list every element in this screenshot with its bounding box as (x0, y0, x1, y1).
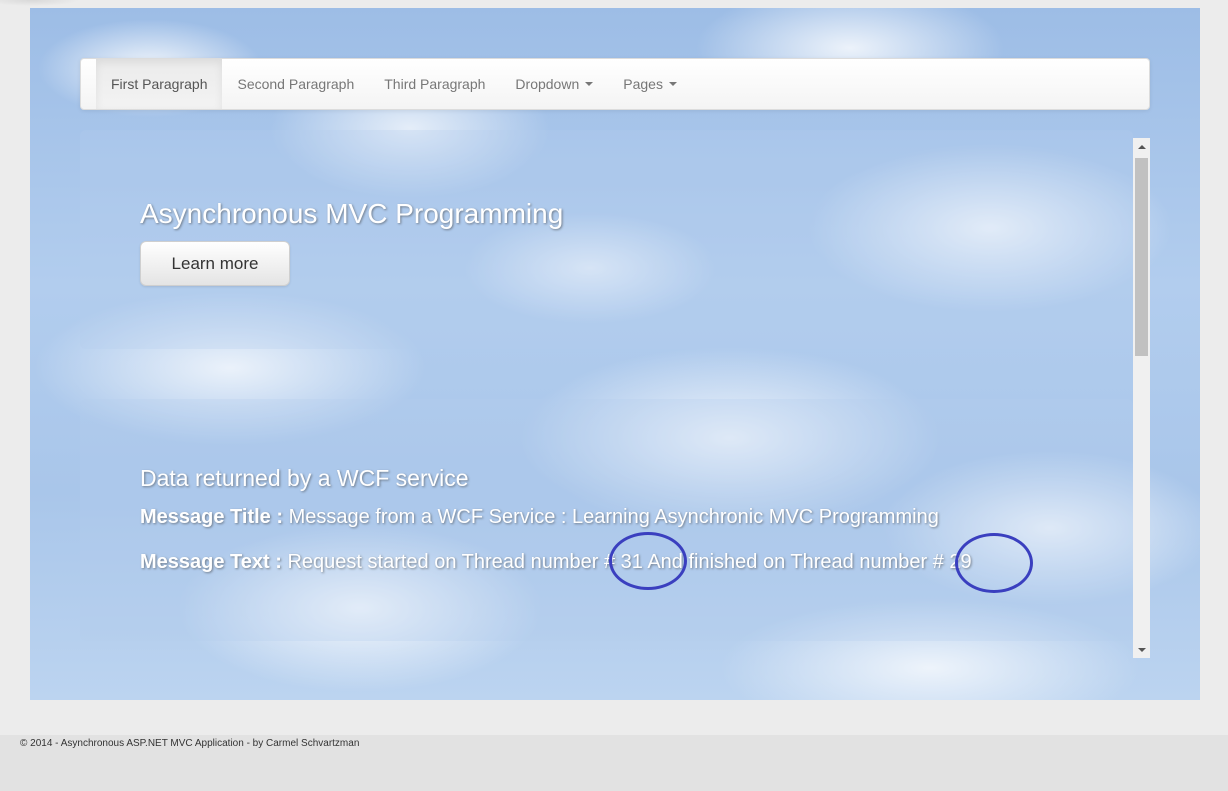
navbar: First Paragraph Second Paragraph Third P… (80, 58, 1150, 110)
caret-down-icon (668, 82, 677, 86)
hero-jumbotron: Asynchronous MVC Programming Learn more (80, 130, 1133, 349)
hero-title: Asynchronous MVC Programming (140, 198, 564, 229)
vertical-scrollbar[interactable] (1133, 138, 1150, 658)
wcf-jumbotron: Data returned by a WCF service Message T… (80, 399, 1133, 641)
nav-item-second-paragraph[interactable]: Second Paragraph (222, 59, 369, 109)
nav-item-label: Third Paragraph (384, 76, 486, 92)
message-title-label: Message Title : (140, 506, 284, 528)
nav-item-label: Second Paragraph (237, 76, 355, 92)
sky-background: First Paragraph Second Paragraph Third P… (30, 8, 1200, 700)
annotation-circle-end-thread (955, 533, 1033, 593)
nav-item-third-paragraph[interactable]: Third Paragraph (369, 59, 500, 109)
annotation-circle-start-thread (609, 532, 687, 590)
message-title-line: Message Title : Message from a WCF Servi… (140, 506, 939, 529)
message-text-line: Message Text : Request started on Thread… (140, 551, 972, 574)
message-text-before: Request started on Thread number (287, 551, 604, 573)
scrollbar-thumb[interactable] (1135, 158, 1148, 356)
learn-more-button[interactable]: Learn more (140, 241, 290, 286)
nav-item-pages[interactable]: Pages (608, 59, 692, 109)
content-scroll-area: Asynchronous MVC Programming Learn more … (80, 130, 1150, 650)
footer-copyright: © 2014 - Asynchronous ASP.NET MVC Applic… (20, 738, 360, 749)
scroll-up-arrow-icon[interactable] (1133, 138, 1150, 155)
message-title-value: Message from a WCF Service : Learning As… (288, 506, 939, 528)
caret-down-icon (585, 82, 594, 86)
nav-item-label: First Paragraph (111, 76, 208, 92)
nav-item-label: Pages (623, 76, 663, 92)
top-corner-shadow (0, 0, 80, 6)
nav-item-first-paragraph[interactable]: First Paragraph (96, 59, 223, 109)
wcf-heading: Data returned by a WCF service (140, 465, 469, 491)
nav-item-dropdown[interactable]: Dropdown (500, 59, 608, 109)
scroll-down-arrow-icon[interactable] (1133, 641, 1150, 658)
message-text-label: Message Text : (140, 551, 282, 573)
nav-item-label: Dropdown (515, 76, 580, 92)
